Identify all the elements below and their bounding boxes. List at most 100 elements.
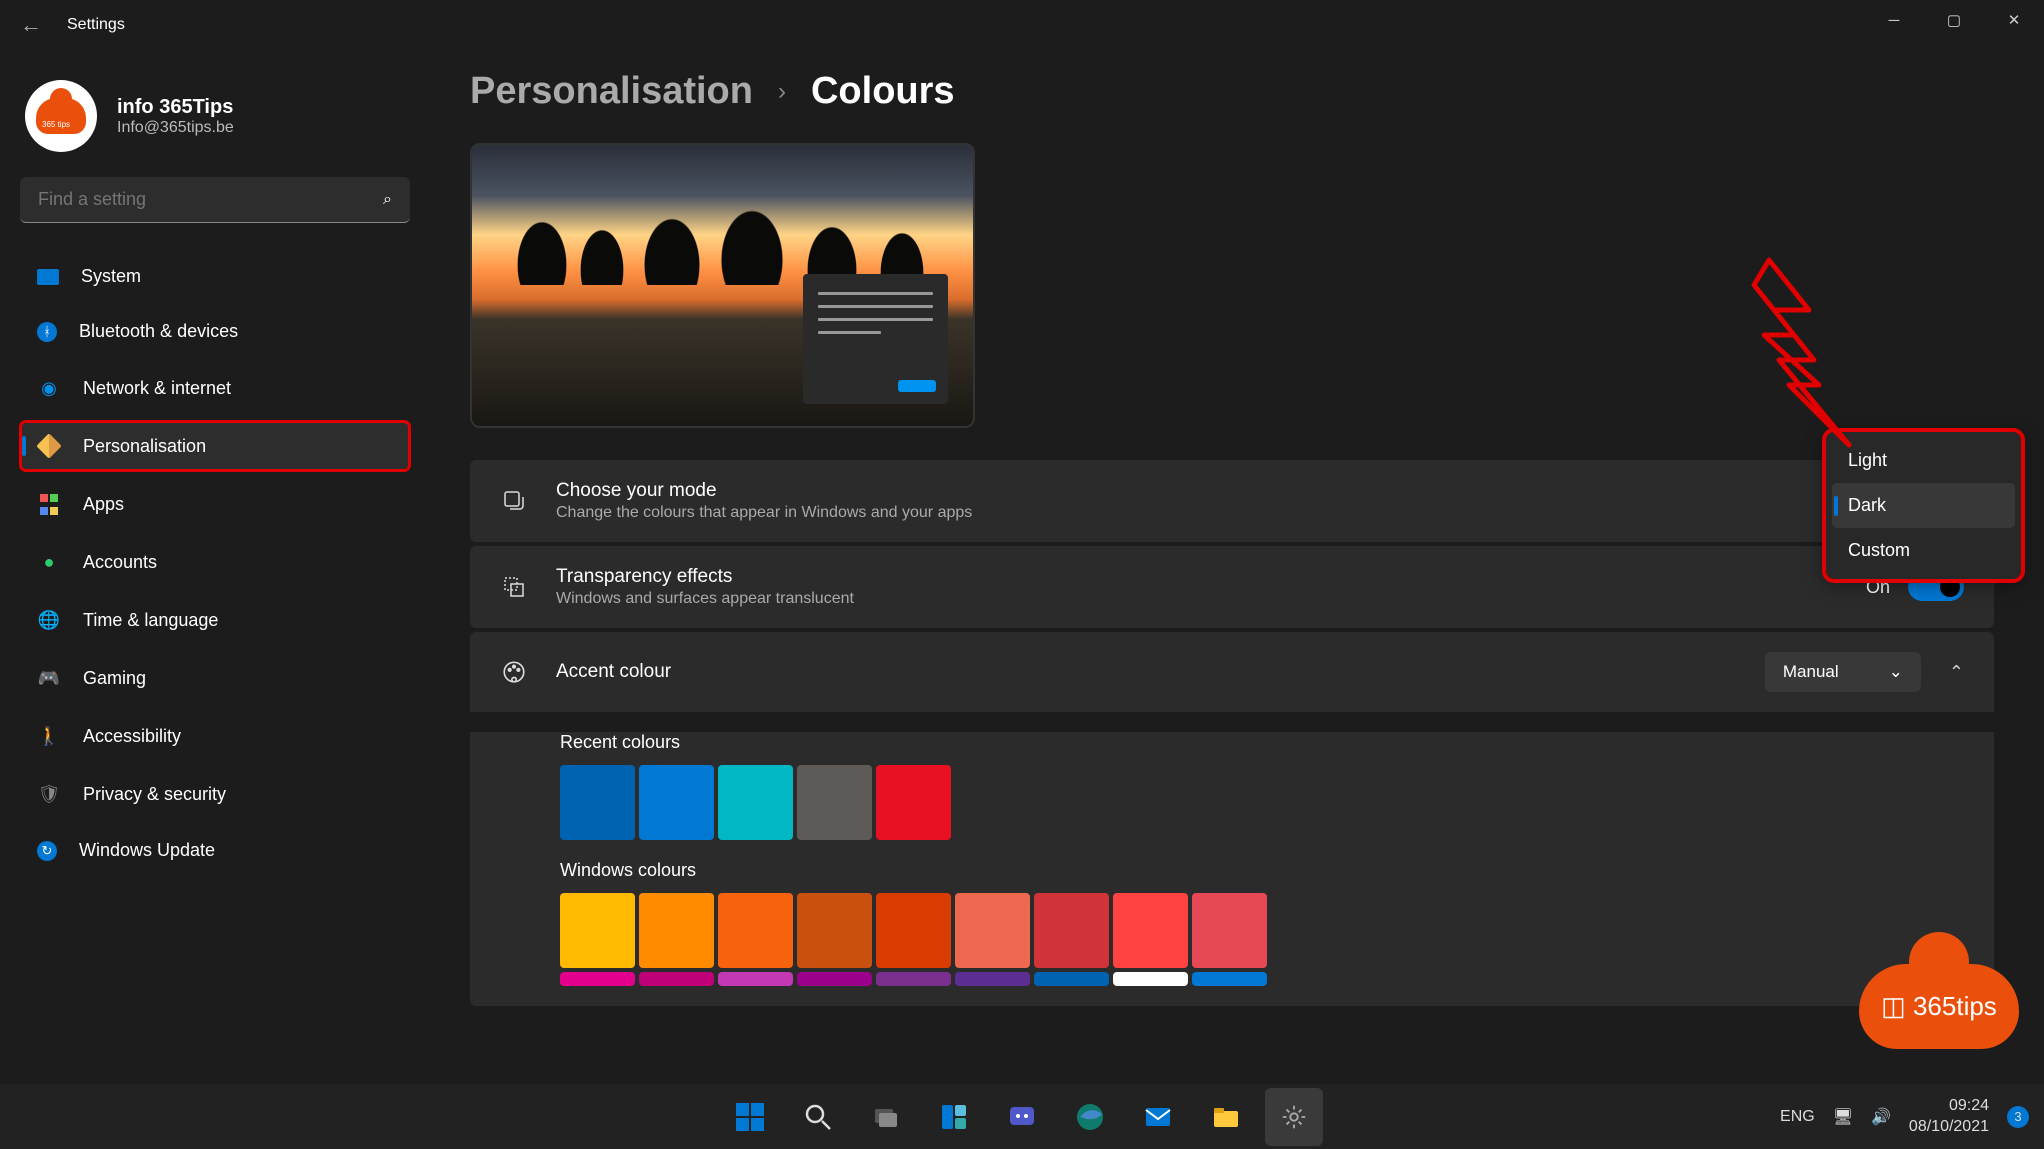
explorer-button[interactable]	[1197, 1088, 1255, 1146]
sidebar-item-privacy[interactable]: 🛡 Privacy & security	[20, 769, 410, 819]
system-tray: ENG 🖥 🔊 09:24 08/10/2021 3	[1780, 1096, 2029, 1138]
network-tray-icon[interactable]: 🖥	[1833, 1107, 1853, 1127]
sidebar-item-label: Network & internet	[83, 378, 231, 399]
colour-swatch[interactable]	[876, 893, 951, 968]
accessibility-icon: 🚶	[37, 724, 61, 748]
colour-swatch[interactable]	[876, 972, 951, 986]
sidebar-item-label: Bluetooth & devices	[79, 321, 238, 342]
dropdown-option-custom[interactable]: Custom	[1832, 528, 2015, 573]
transparency-card[interactable]: Transparency effects Windows and surface…	[470, 546, 1994, 628]
settings-taskbar-button[interactable]	[1265, 1088, 1323, 1146]
notification-badge[interactable]: 3	[2007, 1106, 2029, 1128]
colour-swatch[interactable]	[797, 893, 872, 968]
colour-swatch[interactable]	[1113, 972, 1188, 986]
windows-colours-label: Windows colours	[560, 860, 1964, 881]
colour-swatch[interactable]	[560, 893, 635, 968]
maximize-button[interactable]: ▢	[1924, 0, 1984, 40]
clock-date: 08/10/2021	[1909, 1117, 1989, 1138]
card-title: Choose your mode	[556, 480, 1964, 502]
accent-card[interactable]: Accent colour Manual ⌄ ⌃	[470, 632, 1994, 712]
account-block[interactable]: 365 tips info 365Tips Info@365tips.be	[20, 70, 410, 177]
sidebar-item-time[interactable]: 🌐 Time & language	[20, 595, 410, 645]
sidebar-item-update[interactable]: ↻ Windows Update	[20, 827, 410, 874]
sidebar-item-gaming[interactable]: 🎮 Gaming	[20, 653, 410, 703]
sidebar-item-label: Time & language	[83, 610, 218, 631]
search-input[interactable]	[38, 189, 383, 210]
card-title: Accent colour	[556, 661, 1737, 683]
accounts-icon: ●	[37, 550, 61, 574]
colour-swatch[interactable]	[1192, 893, 1267, 968]
colour-swatch[interactable]	[1034, 972, 1109, 986]
accent-body: Recent colours Windows colours	[470, 732, 1994, 1006]
chat-button[interactable]	[993, 1088, 1051, 1146]
card-desc: Windows and surfaces appear translucent	[556, 590, 1838, 608]
sidebar-item-accounts[interactable]: ● Accounts	[20, 537, 410, 587]
expand-button[interactable]: ⌃	[1949, 662, 1964, 683]
card-title: Transparency effects	[556, 566, 1838, 588]
toggle-state-label: On	[1866, 577, 1890, 598]
start-button[interactable]	[721, 1088, 779, 1146]
volume-tray-icon[interactable]: 🔊	[1871, 1107, 1891, 1127]
sidebar-item-label: Privacy & security	[83, 784, 226, 805]
mode-card[interactable]: Choose your mode Change the colours that…	[470, 460, 1994, 542]
colour-swatch[interactable]	[639, 765, 714, 840]
app-title: Settings	[67, 16, 125, 34]
sidebar-item-bluetooth[interactable]: ᚼ Bluetooth & devices	[20, 308, 410, 355]
time-icon: 🌐	[37, 608, 61, 632]
sidebar-item-label: Personalisation	[83, 436, 206, 457]
edge-button[interactable]	[1061, 1088, 1119, 1146]
colour-swatch[interactable]	[639, 893, 714, 968]
sidebar-item-label: System	[81, 266, 141, 287]
colour-swatch[interactable]	[718, 893, 793, 968]
colour-swatch[interactable]	[560, 765, 635, 840]
colour-swatch[interactable]	[718, 765, 793, 840]
colour-swatch[interactable]	[797, 972, 872, 986]
language-indicator[interactable]: ENG	[1780, 1108, 1815, 1126]
colour-swatch[interactable]	[876, 765, 951, 840]
system-icon	[37, 269, 59, 285]
recent-colours-label: Recent colours	[560, 732, 1964, 753]
sidebar-item-personalisation[interactable]: Personalisation	[20, 421, 410, 471]
colour-swatch[interactable]	[1034, 893, 1109, 968]
colour-swatch[interactable]	[1113, 893, 1188, 968]
card-desc: Change the colours that appear in Window…	[556, 504, 1964, 522]
windows-colours-row	[560, 893, 1964, 968]
annotation-arrow-icon	[1719, 255, 1869, 455]
minimize-button[interactable]: ─	[1864, 0, 1924, 40]
sidebar-item-accessibility[interactable]: 🚶 Accessibility	[20, 711, 410, 761]
clock[interactable]: 09:24 08/10/2021	[1909, 1096, 1989, 1138]
sidebar-item-label: Apps	[83, 494, 124, 515]
search-box[interactable]: ⌕	[20, 177, 410, 223]
widgets-button[interactable]	[925, 1088, 983, 1146]
sidebar-item-label: Accessibility	[83, 726, 181, 747]
sidebar: 365 tips info 365Tips Info@365tips.be ⌕ …	[0, 50, 430, 1084]
update-icon: ↻	[37, 841, 57, 861]
task-view-button[interactable]	[857, 1088, 915, 1146]
sidebar-item-apps[interactable]: Apps	[20, 479, 410, 529]
titlebar: ← Settings ─ ▢ ✕	[0, 0, 2044, 50]
sidebar-item-system[interactable]: System	[20, 253, 410, 300]
colour-swatch[interactable]	[797, 765, 872, 840]
accent-select[interactable]: Manual ⌄	[1765, 652, 1921, 692]
mail-button[interactable]	[1129, 1088, 1187, 1146]
colour-swatch[interactable]	[955, 893, 1030, 968]
breadcrumb-parent[interactable]: Personalisation	[470, 70, 753, 113]
back-arrow-icon[interactable]: ←	[20, 12, 42, 38]
colour-swatch[interactable]	[718, 972, 793, 986]
logo-watermark: ◫ 365tips	[1859, 964, 2019, 1064]
colour-swatch[interactable]	[560, 972, 635, 986]
bluetooth-icon: ᚼ	[37, 322, 57, 342]
account-email: Info@365tips.be	[117, 119, 234, 137]
sidebar-item-network[interactable]: ◉ Network & internet	[20, 363, 410, 413]
colour-swatch[interactable]	[1192, 972, 1267, 986]
windows-colours-row	[560, 972, 1964, 986]
account-name: info 365Tips	[117, 96, 234, 119]
sidebar-item-label: Windows Update	[79, 840, 215, 861]
wifi-icon: ◉	[37, 376, 61, 400]
taskbar-search-button[interactable]	[789, 1088, 847, 1146]
colour-swatch[interactable]	[955, 972, 1030, 986]
close-button[interactable]: ✕	[1984, 0, 2044, 40]
dropdown-option-dark[interactable]: Dark	[1832, 483, 2015, 528]
colour-swatch[interactable]	[639, 972, 714, 986]
privacy-icon: 🛡	[37, 782, 61, 806]
